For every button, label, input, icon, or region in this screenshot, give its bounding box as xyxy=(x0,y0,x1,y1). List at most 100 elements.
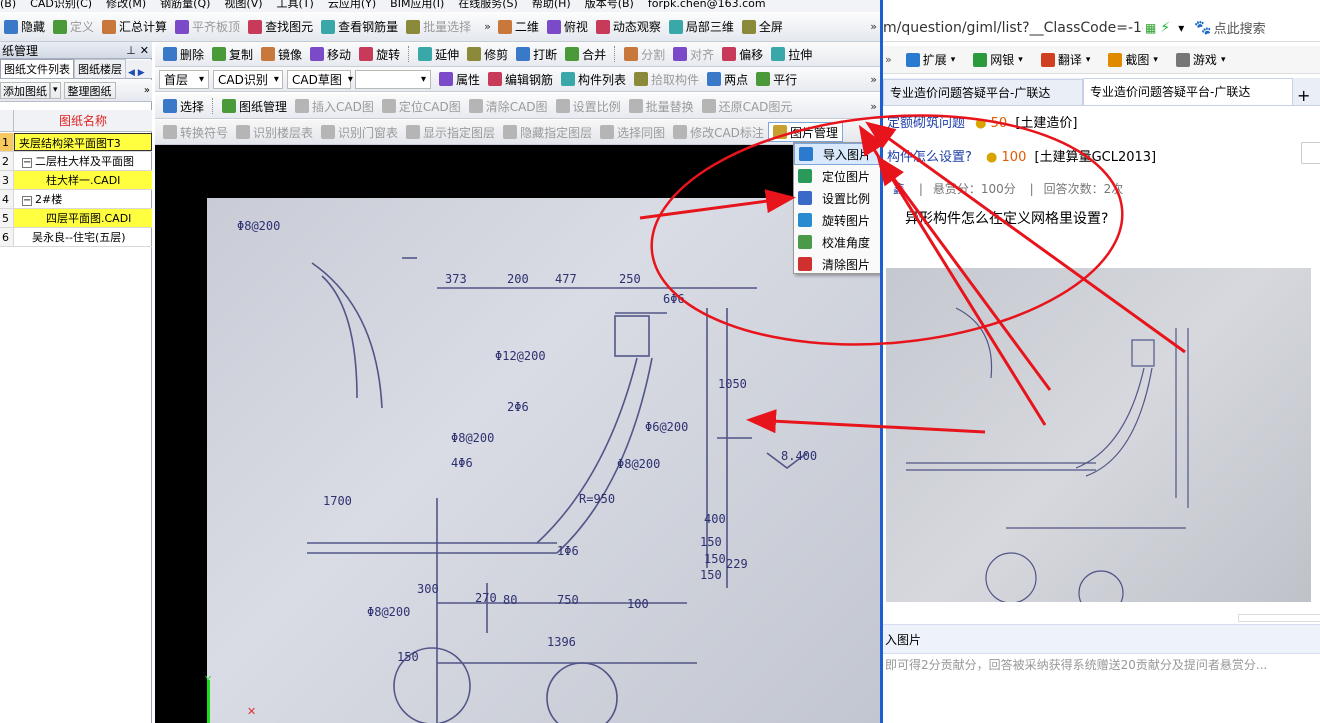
cad-button-5[interactable]: 选择同图 xyxy=(596,122,669,142)
table-row[interactable]: 2− 二层柱大样及平面图 xyxy=(0,152,152,171)
browser-tool-4[interactable]: 游戏 ▾ xyxy=(1172,50,1230,70)
table-row[interactable]: 4−2#楼 xyxy=(0,190,152,209)
view-button-4[interactable]: 全屏 xyxy=(738,17,787,37)
cad-button-6[interactable]: 修改CAD标注 xyxy=(669,122,768,142)
select-button-4[interactable]: 清除CAD图 xyxy=(465,96,552,116)
cad-select[interactable]: CAD识别 xyxy=(213,69,283,89)
expand-toggle-icon[interactable]: − xyxy=(22,196,32,206)
select-button-2[interactable]: 插入CAD图 xyxy=(291,96,378,116)
select-button-7[interactable]: 还原CAD图元 xyxy=(698,96,797,116)
add-drawing-dropdown-icon[interactable]: ▾ xyxy=(50,82,61,99)
more-icon[interactable]: » xyxy=(867,73,880,86)
edit-button-10[interactable]: 对齐 xyxy=(669,44,718,64)
menu-item-1[interactable]: CAD识别(C) xyxy=(30,0,92,10)
flash-icon[interactable]: ⚡ xyxy=(1160,20,1170,36)
toolbar-button-1[interactable]: 定义 xyxy=(49,17,98,37)
edit-button-9[interactable]: 分割 xyxy=(620,44,669,64)
search-placeholder[interactable]: 点此搜索 xyxy=(1214,18,1266,37)
menu-item-5[interactable]: 工具(T) xyxy=(277,0,314,10)
cad-button-2[interactable]: 识别门窗表 xyxy=(317,122,402,142)
menu-item-8[interactable]: 在线服务(S) xyxy=(458,0,518,10)
props-button-3[interactable]: 拾取构件 xyxy=(630,69,703,89)
browser-tab-2[interactable]: 专业造价问题答疑平台-广联达 xyxy=(1083,78,1293,105)
select-button-1[interactable]: 图纸管理 xyxy=(218,96,291,116)
edit-button-5[interactable]: 延伸 xyxy=(414,44,463,64)
cad-button-1[interactable]: 识别楼层表 xyxy=(232,122,317,142)
browser-tool-0[interactable]: 扩展 ▾ xyxy=(902,50,960,70)
tab-drawing-list[interactable]: 图纸文件列表 xyxy=(0,59,74,78)
menu-item-2[interactable]: 修改(M) xyxy=(106,0,146,10)
browser-tab-1[interactable]: 专业造价问题答疑平台-广联达 xyxy=(883,79,1083,105)
props-button-5[interactable]: 平行 xyxy=(752,69,801,89)
question-item-1[interactable]: 定额砌筑问题 ● 50 [土建造价] xyxy=(887,112,1077,131)
row-name-cell[interactable]: 柱大样一.CADI xyxy=(14,171,152,189)
edit-button-8[interactable]: 合并 xyxy=(561,44,610,64)
menu-item-11[interactable]: forpk.chen@163.com xyxy=(648,0,766,10)
question-attached-photo[interactable] xyxy=(886,268,1311,602)
toolbar-button-6[interactable]: 批量选择 xyxy=(402,17,475,37)
table-row[interactable]: 1 夹层结构梁平面图T3 xyxy=(0,133,152,152)
floor-select[interactable]: 首层 xyxy=(159,69,209,89)
toolbar-button-3[interactable]: 平齐板顶 xyxy=(171,17,244,37)
table-row[interactable]: 3 柱大样一.CADI xyxy=(0,171,152,190)
props-button-0[interactable]: 属性 xyxy=(435,69,484,89)
pin-icon[interactable]: ⊥ xyxy=(126,44,136,57)
more-icon[interactable]: » xyxy=(867,100,880,113)
row-name-cell[interactable]: 吴永良--住宅(五层) xyxy=(14,228,152,246)
new-tab-icon[interactable]: + xyxy=(1297,86,1310,105)
image-management-button[interactable]: 图片管理 xyxy=(767,122,843,142)
more-icon[interactable]: » xyxy=(481,20,494,33)
view-button-0[interactable]: 二维 xyxy=(494,17,543,37)
toolbar-button-2[interactable]: 汇总计算 xyxy=(98,17,171,37)
edit-button-3[interactable]: 移动 xyxy=(306,44,355,64)
props-button-2[interactable]: 构件列表 xyxy=(557,69,630,89)
dropdown-icon[interactable]: ▾ xyxy=(1178,21,1184,35)
view-button-3[interactable]: 局部三维 xyxy=(665,17,738,37)
edit-button-11[interactable]: 偏移 xyxy=(718,44,767,64)
paw-icon[interactable]: 🐾 xyxy=(1194,20,1211,36)
organize-drawings-button[interactable]: 整理图纸 xyxy=(63,82,116,99)
props-button-1[interactable]: 编辑钢筋 xyxy=(484,69,557,89)
select-button-0[interactable]: 选择 xyxy=(159,96,208,116)
menu-item-9[interactable]: 帮助(H) xyxy=(532,0,571,10)
view-button-1[interactable]: 俯视 xyxy=(543,17,592,37)
toolbar-button-0[interactable]: 隐藏 xyxy=(0,17,49,37)
toolbar-button-4[interactable]: 查找图元 xyxy=(244,17,317,37)
edit-button-6[interactable]: 修剪 xyxy=(463,44,512,64)
side-button[interactable] xyxy=(1301,142,1320,164)
question-item-2[interactable]: 构件怎么设置? ● 100 [土建算量GCL2013] xyxy=(887,146,1156,165)
qr-icon[interactable]: ▦ xyxy=(1145,21,1156,35)
edit-button-7[interactable]: 打断 xyxy=(512,44,561,64)
edit-button-1[interactable]: 复制 xyxy=(208,44,257,64)
select-button-6[interactable]: 批量替换 xyxy=(625,96,698,116)
menu-item-3[interactable]: 钢筋量(Q) xyxy=(160,0,210,10)
row-name-cell[interactable]: 夹层结构梁平面图T3 xyxy=(14,133,152,151)
browser-tool-3[interactable]: 截图 ▾ xyxy=(1104,50,1162,70)
more-icon[interactable]: » xyxy=(867,20,880,33)
menu-item-7[interactable]: BIM应用(I) xyxy=(390,0,444,10)
close-icon[interactable]: ✕ xyxy=(140,44,149,57)
url-field[interactable]: m/question/giml/list?__ClassCode=-1&__I xyxy=(883,20,1143,36)
edit-button-12[interactable]: 拉伸 xyxy=(767,44,816,64)
more-icon[interactable]: » xyxy=(144,85,150,96)
drawing-canvas[interactable]: Φ8@200 373 200 477 250 6Φ6 Φ12@200 2Φ6 Φ6@200 Φ8@… xyxy=(155,145,880,723)
menu-item-10[interactable]: 版本号(B) xyxy=(585,0,634,10)
edit-button-4[interactable]: 旋转 xyxy=(355,44,404,64)
edit-button-2[interactable]: 镜像 xyxy=(257,44,306,64)
toolbar-button-5[interactable]: 查看钢筋量 xyxy=(317,17,402,37)
cad-button-4[interactable]: 隐藏指定图层 xyxy=(499,122,596,142)
tab-drawing-floor[interactable]: 图纸楼层 xyxy=(74,59,126,78)
view-button-2[interactable]: 动态观察 xyxy=(592,17,665,37)
menu-item-6[interactable]: 云应用(Y) xyxy=(328,0,376,10)
browser-tool-2[interactable]: 翻译 ▾ xyxy=(1037,50,1095,70)
row-name-cell[interactable]: −2#楼 xyxy=(14,190,152,208)
add-drawing-button[interactable]: 添加图纸 xyxy=(0,82,50,99)
tab-scroll-arrows[interactable]: ◀ ▶ xyxy=(126,68,147,78)
cad-button-0[interactable]: 转换符号 xyxy=(159,122,232,142)
expand-toggle-icon[interactable]: − xyxy=(22,158,32,168)
row-name-cell[interactable]: − 二层柱大样及平面图 xyxy=(14,152,152,170)
more-icon[interactable]: » xyxy=(885,53,892,66)
browser-tool-1[interactable]: 网银 ▾ xyxy=(969,50,1027,70)
row-name-cell[interactable]: 四层平面图.CADI xyxy=(14,209,152,227)
menu-item-0[interactable]: (B) xyxy=(0,0,16,10)
